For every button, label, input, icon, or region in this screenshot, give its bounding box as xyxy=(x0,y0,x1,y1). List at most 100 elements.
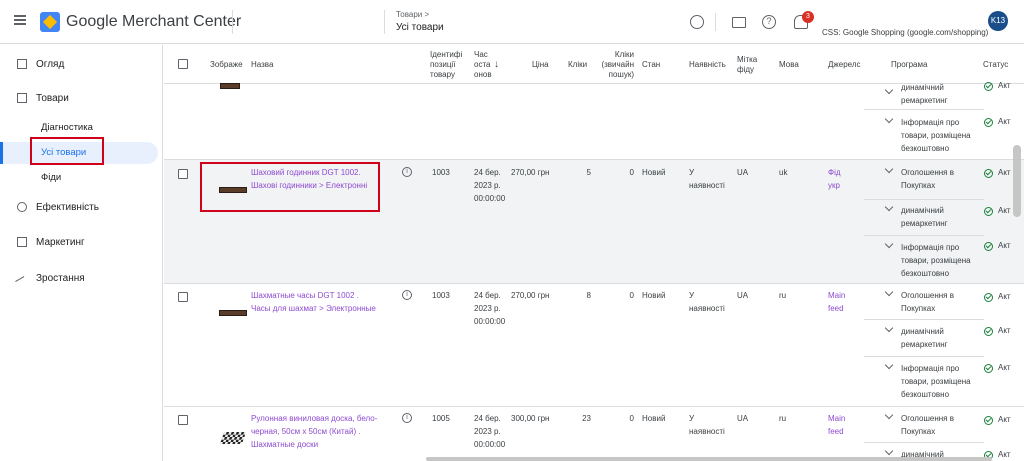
info-icon[interactable]: i xyxy=(402,413,412,423)
chevron-down-icon[interactable] xyxy=(884,114,894,124)
column-header-name[interactable]: Назва xyxy=(251,60,273,70)
check-circle-icon xyxy=(984,293,993,302)
column-header-status[interactable]: Статус xyxy=(983,60,1008,70)
organic-clicks: 0 xyxy=(629,168,634,177)
sidebar-item-feeds[interactable]: Фіди xyxy=(0,167,158,189)
column-header-source[interactable]: Джерелс xyxy=(828,60,861,70)
chevron-down-icon[interactable] xyxy=(884,202,894,212)
check-circle-icon xyxy=(984,327,993,336)
table-row[interactable]: Рулонная виниловая доска, бело-черная, 5… xyxy=(164,407,1024,461)
price: 270,00 грн xyxy=(511,291,550,300)
language: uk xyxy=(779,168,788,177)
row-checkbox[interactable] xyxy=(178,415,188,425)
price: 270,00 грн xyxy=(511,168,550,177)
vertical-scrollbar[interactable] xyxy=(1013,145,1021,217)
sidebar-item-label: Діагностика xyxy=(41,122,93,133)
product-name-link[interactable]: Шахматные часы DGT 1002 . Часы для шахма… xyxy=(251,289,379,315)
column-header-organic-clicks[interactable]: Кліки (звичайн пошук) xyxy=(598,50,634,80)
product-thumbnail xyxy=(220,83,240,89)
divider xyxy=(232,10,233,34)
sidebar-item-products[interactable]: Товари xyxy=(0,88,160,110)
product-thumbnail xyxy=(219,310,247,316)
breadcrumb[interactable]: Товари > xyxy=(396,10,429,19)
app-title: Google Merchant Center xyxy=(66,13,242,30)
language: ru xyxy=(779,291,787,300)
source-link[interactable]: Main feed xyxy=(828,289,854,315)
merchant-center-logo xyxy=(40,12,60,32)
chevron-down-icon[interactable] xyxy=(884,446,894,456)
sidebar-item-performance[interactable]: Ефективність xyxy=(0,197,160,219)
horizontal-scrollbar[interactable] xyxy=(426,457,992,461)
sidebar-item-marketing[interactable]: Маркетинг xyxy=(0,232,160,254)
chevron-down-icon[interactable] xyxy=(884,164,894,174)
table-row[interactable]: динамічний ремаркетинг Інформація про то… xyxy=(164,81,1024,160)
sort-arrow-icon[interactable]: ↓ xyxy=(494,60,499,70)
performance-icon xyxy=(17,202,27,212)
table-row[interactable]: Шахматные часы DGT 1002 . Часы для шахма… xyxy=(164,284,1024,407)
item-id: 1005 xyxy=(432,414,450,423)
column-header-feed-label[interactable]: Мітка фіду xyxy=(737,55,765,75)
column-header-availability[interactable]: Наявність xyxy=(689,60,726,70)
row-checkbox[interactable] xyxy=(178,169,188,179)
column-header-clicks[interactable]: Кліки xyxy=(568,60,587,70)
column-header-image[interactable]: Зображе xyxy=(210,60,243,70)
product-name-link[interactable]: Рулонная виниловая доска, бело-черная, 5… xyxy=(251,412,381,451)
info-icon[interactable]: i xyxy=(402,167,412,177)
check-circle-icon xyxy=(984,364,993,373)
clicks: 23 xyxy=(582,414,591,423)
page-title: Усі товари xyxy=(396,22,444,33)
select-all-checkbox[interactable] xyxy=(178,59,188,69)
help-icon[interactable]: ? xyxy=(762,15,776,29)
check-circle-icon xyxy=(984,242,993,251)
chevron-down-icon[interactable] xyxy=(884,239,894,249)
chevron-down-icon[interactable] xyxy=(884,410,894,420)
program-item: динамічний ремаркетинг xyxy=(864,200,984,236)
divider xyxy=(715,13,716,31)
sidebar-item-growth[interactable]: Зростання xyxy=(0,268,160,290)
sidebar-item-label: Зростання xyxy=(36,273,85,284)
column-header-price[interactable]: Ціна xyxy=(532,60,549,70)
gear-icon[interactable] xyxy=(690,15,704,29)
column-header-updated[interactable]: Час оста онов xyxy=(474,50,496,80)
highlight-annotation xyxy=(30,137,104,165)
info-icon[interactable]: i xyxy=(402,290,412,300)
source-link[interactable]: Фід укр xyxy=(828,166,854,192)
check-circle-icon xyxy=(984,82,993,91)
sidebar-nav: Огляд Товари Діагностика Усі товари Фіди… xyxy=(0,45,163,461)
language: ru xyxy=(779,414,787,423)
chevron-down-icon[interactable] xyxy=(884,287,894,297)
chevron-down-icon[interactable] xyxy=(884,360,894,370)
clicks: 8 xyxy=(586,291,591,300)
availability: У наявності xyxy=(689,168,725,190)
program-item: динамічний ремаркетинг xyxy=(864,83,984,110)
feed-label: UA xyxy=(737,414,749,423)
column-header-id[interactable]: Ідентифі позиції товару xyxy=(430,50,468,80)
program-item: Оголошення в Покупках xyxy=(864,160,984,200)
price: 300,00 грн xyxy=(511,414,550,423)
organic-clicks: 0 xyxy=(629,414,634,423)
row-checkbox[interactable] xyxy=(178,292,188,302)
sidebar-item-overview[interactable]: Огляд xyxy=(0,54,160,76)
column-header-program[interactable]: Програма xyxy=(891,60,927,70)
avatar[interactable]: K13 xyxy=(988,11,1008,31)
program-item: Оголошення в Покупках xyxy=(864,284,984,320)
chevron-down-icon[interactable] xyxy=(884,323,894,333)
column-header-condition[interactable]: Стан xyxy=(642,60,660,70)
organic-clicks: 0 xyxy=(629,291,634,300)
program-item: динамічний ремаркетинг xyxy=(864,320,984,357)
column-header-language[interactable]: Мова xyxy=(779,60,799,70)
source-link[interactable]: Main feed xyxy=(828,412,854,438)
availability: У наявності xyxy=(689,414,725,436)
sidebar-item-label: Огляд xyxy=(36,59,65,70)
check-circle-icon xyxy=(984,416,993,425)
item-id: 1003 xyxy=(432,291,450,300)
sidebar-item-label: Маркетинг xyxy=(36,237,85,248)
account-name[interactable]: CSS: Google Shopping (google.com/shoppin… xyxy=(822,28,988,37)
chevron-down-icon[interactable] xyxy=(884,85,894,95)
highlight-annotation xyxy=(200,162,380,212)
menu-icon[interactable] xyxy=(14,15,26,25)
last-updated: 24 бер. 2023 р. 00:00:00 xyxy=(474,414,506,449)
top-app-bar: Google Merchant Center Товари > Усі това… xyxy=(0,0,1024,44)
mail-icon[interactable] xyxy=(732,17,746,28)
sidebar-item-diagnostics[interactable]: Діагностика xyxy=(0,117,158,139)
